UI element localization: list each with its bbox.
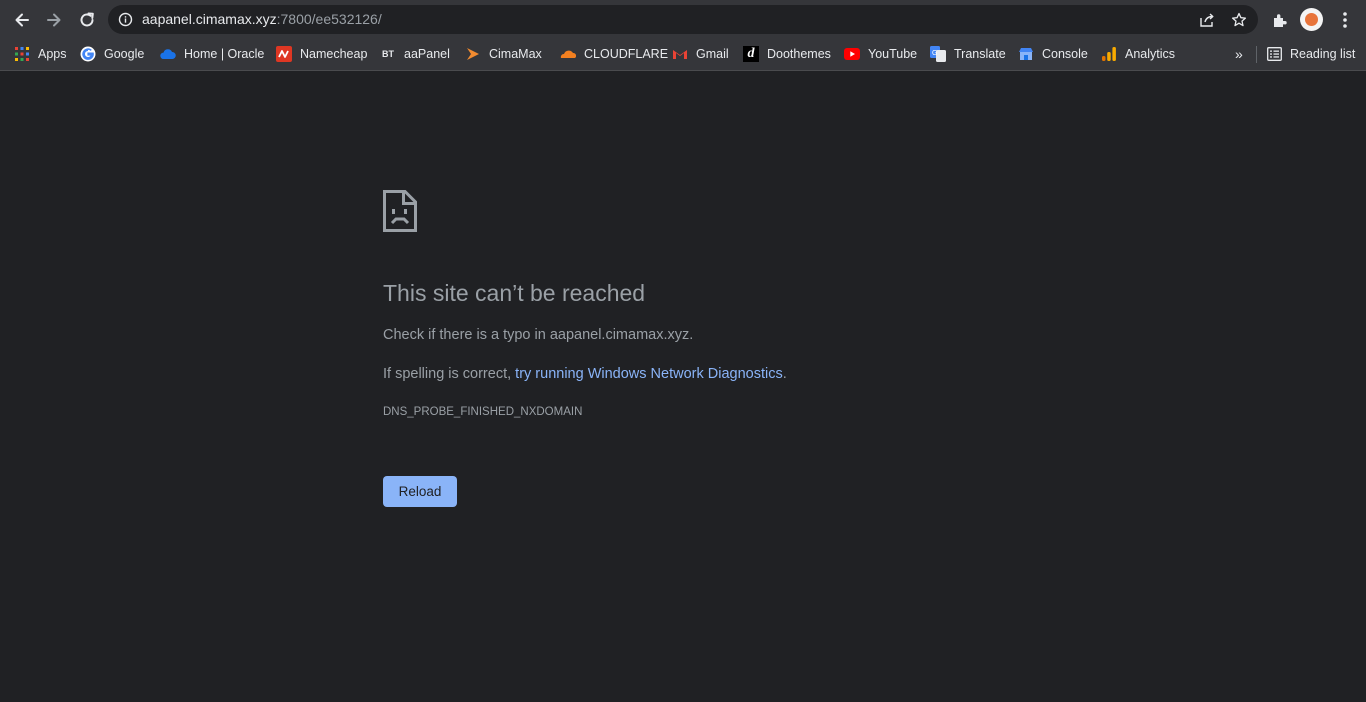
spelling-prefix: If spelling is correct, [383,366,516,382]
bookmark-label: Console [1042,47,1088,61]
cimamax-icon [465,46,481,62]
translate-icon: G [930,46,946,62]
bookmark-analytics[interactable]: Analytics [1101,43,1175,65]
bookmark-label: Apps [38,47,67,61]
bookmark-oracle[interactable]: Home | Oracle [160,43,264,65]
gmail-icon [672,46,688,62]
site-info-icon[interactable] [117,11,134,28]
spelling-suggestion: If spelling is correct, try running Wind… [383,366,787,382]
bookmark-doothemes[interactable]: d Doothemes [743,43,831,65]
bookmark-label: CLOUDFLARE [584,47,669,61]
bookmarks-overflow-button[interactable]: » [1235,43,1243,65]
refresh-icon [80,12,94,27]
bookmark-label: CimaMax [489,47,542,61]
error-page: This site can’t be reached Check if ther… [0,71,1366,702]
namecheap-icon [276,46,292,62]
bookmark-console[interactable]: Console [1018,43,1088,65]
menu-kebab-icon[interactable] [1333,8,1357,32]
url-text[interactable]: aapanel.cimamax.xyz:7800/ee532126/ [142,11,382,28]
bookmark-aapanel[interactable]: BT aaPanel [380,43,450,65]
spelling-suffix: . [782,366,787,382]
back-button[interactable] [9,7,35,33]
divider [1256,46,1257,63]
apps-grid-icon [14,46,30,62]
forward-button[interactable] [41,7,67,33]
browser-toolbar: aapanel.cimamax.xyz:7800/ee532126/ [0,0,1366,39]
reading-list-icon [1266,46,1282,62]
youtube-icon [844,46,860,62]
bookmarks-bar: Apps Google Home | Oracle Namecheap BT a… [0,39,1366,71]
reload-page-button[interactable] [74,7,100,33]
bookmark-label: Doothemes [767,47,831,61]
bookmark-label: aaPanel [404,47,450,61]
bookmark-google[interactable]: Google [80,43,144,65]
doothemes-icon: d [743,46,759,62]
bookmark-label: Translate [954,47,1006,61]
url-host: aapanel.cimamax.xyz [142,11,277,27]
share-icon[interactable] [1198,11,1216,29]
extensions-icon[interactable] [1267,8,1291,32]
google-icon [80,46,96,62]
bookmark-cimamax[interactable]: CimaMax [465,43,542,65]
console-icon [1018,46,1034,62]
reading-list-label: Reading list [1290,47,1356,61]
bookmark-apps[interactable]: Apps [14,43,67,65]
forward-arrow-icon [47,13,61,27]
sad-page-icon [383,190,417,232]
bookmark-label: Google [104,47,145,61]
analytics-icon [1101,46,1117,62]
reading-list-button[interactable]: Reading list [1266,43,1355,65]
bookmark-label: Namecheap [300,47,368,61]
url-path: :7800/ee532126/ [276,11,382,27]
bookmark-gmail[interactable]: Gmail [672,43,729,65]
reload-button[interactable]: Reload [383,476,457,507]
svg-text:G: G [932,50,937,57]
network-diagnostics-link[interactable]: try running Windows Network Diagnostics [515,366,783,382]
typo-check-text: Check if there is a typo in aapanel.cima… [383,327,694,343]
address-bar[interactable]: aapanel.cimamax.xyz:7800/ee532126/ [108,5,1258,34]
bookmark-label: Analytics [1125,47,1176,61]
bookmark-star-icon[interactable] [1230,11,1248,29]
bookmark-youtube[interactable]: YouTube [844,43,917,65]
bookmark-cloudflare[interactable]: CLOUDFLARE [560,43,668,65]
oracle-cloud-icon [160,46,176,62]
bookmark-label: Gmail [696,47,729,61]
bookmark-label: YouTube [868,47,918,61]
error-title: This site can’t be reached [383,280,646,306]
bookmark-label: Home | Oracle [184,47,265,61]
error-code: DNS_PROBE_FINISHED_NXDOMAIN [383,406,583,418]
bt-icon: BT [382,49,394,59]
profile-avatar[interactable] [1300,8,1323,31]
cloudflare-icon [560,46,576,62]
bookmark-translate[interactable]: G Translate [930,43,1006,65]
back-arrow-icon [15,13,29,27]
bookmark-namecheap[interactable]: Namecheap [276,43,367,65]
